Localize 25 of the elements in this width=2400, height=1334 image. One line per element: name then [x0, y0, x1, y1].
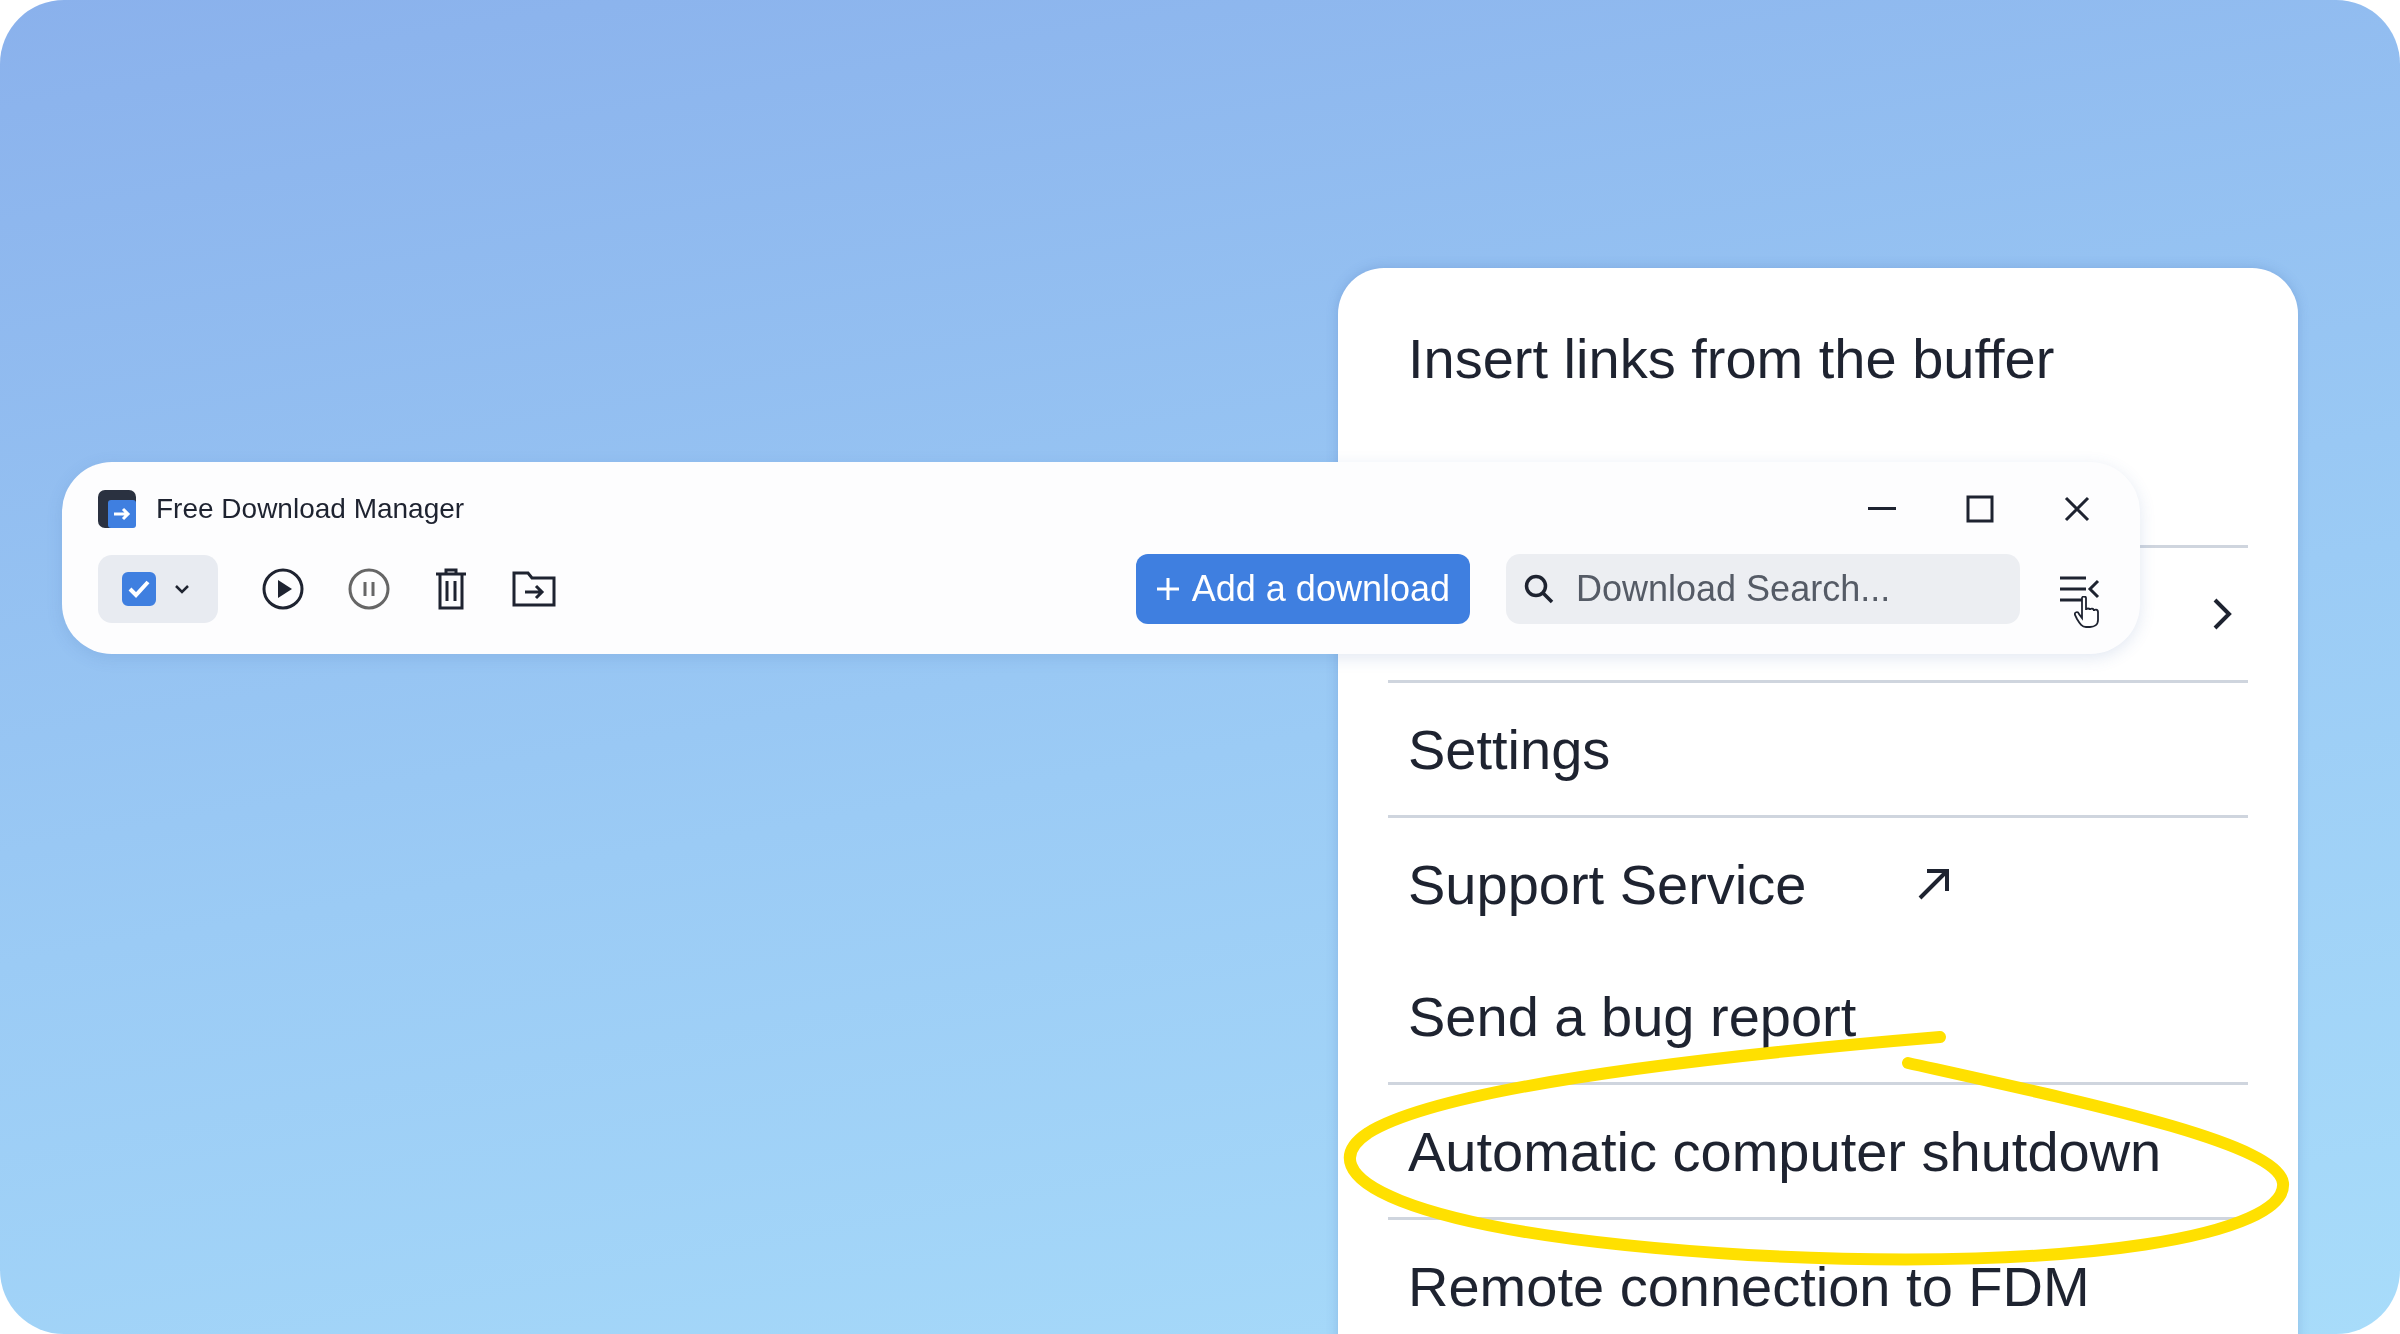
menu-item[interactable]: Send a bug report: [1408, 983, 1857, 1049]
play-icon[interactable]: [262, 568, 304, 610]
trash-icon[interactable]: [434, 568, 468, 610]
menu-item[interactable]: Insert links from the buffer: [1408, 326, 2055, 391]
minimize-icon[interactable]: [1868, 507, 1896, 511]
menu-item[interactable]: Remote connection to FDM: [1408, 1253, 2090, 1319]
pause-icon[interactable]: [348, 568, 390, 610]
close-icon[interactable]: [2064, 496, 2090, 522]
menu-item[interactable]: Automatic computer shutdown: [1408, 1118, 2162, 1184]
checkbox[interactable]: [122, 572, 156, 606]
add-download-button[interactable]: Add a download: [1135, 554, 1470, 624]
window-title: Free Download Manager: [156, 493, 465, 525]
maximize-icon[interactable]: [1966, 495, 1994, 523]
menu-icon[interactable]: [2060, 576, 2100, 602]
chevron-right-icon[interactable]: [2211, 596, 2233, 632]
menu-item[interactable]: Support Service: [1408, 851, 1807, 917]
caret-icon: [174, 584, 190, 594]
search-field[interactable]: Download Search...: [1506, 554, 2020, 624]
menu-item[interactable]: Settings: [1408, 716, 1611, 782]
select-all-dropdown[interactable]: [98, 555, 218, 623]
app-logo-icon: [98, 490, 136, 528]
hand-cursor-icon: [2074, 596, 2100, 628]
folder-arrow-icon[interactable]: [512, 571, 556, 607]
plus-icon: [1155, 577, 1180, 601]
search-icon: [1524, 574, 1554, 604]
